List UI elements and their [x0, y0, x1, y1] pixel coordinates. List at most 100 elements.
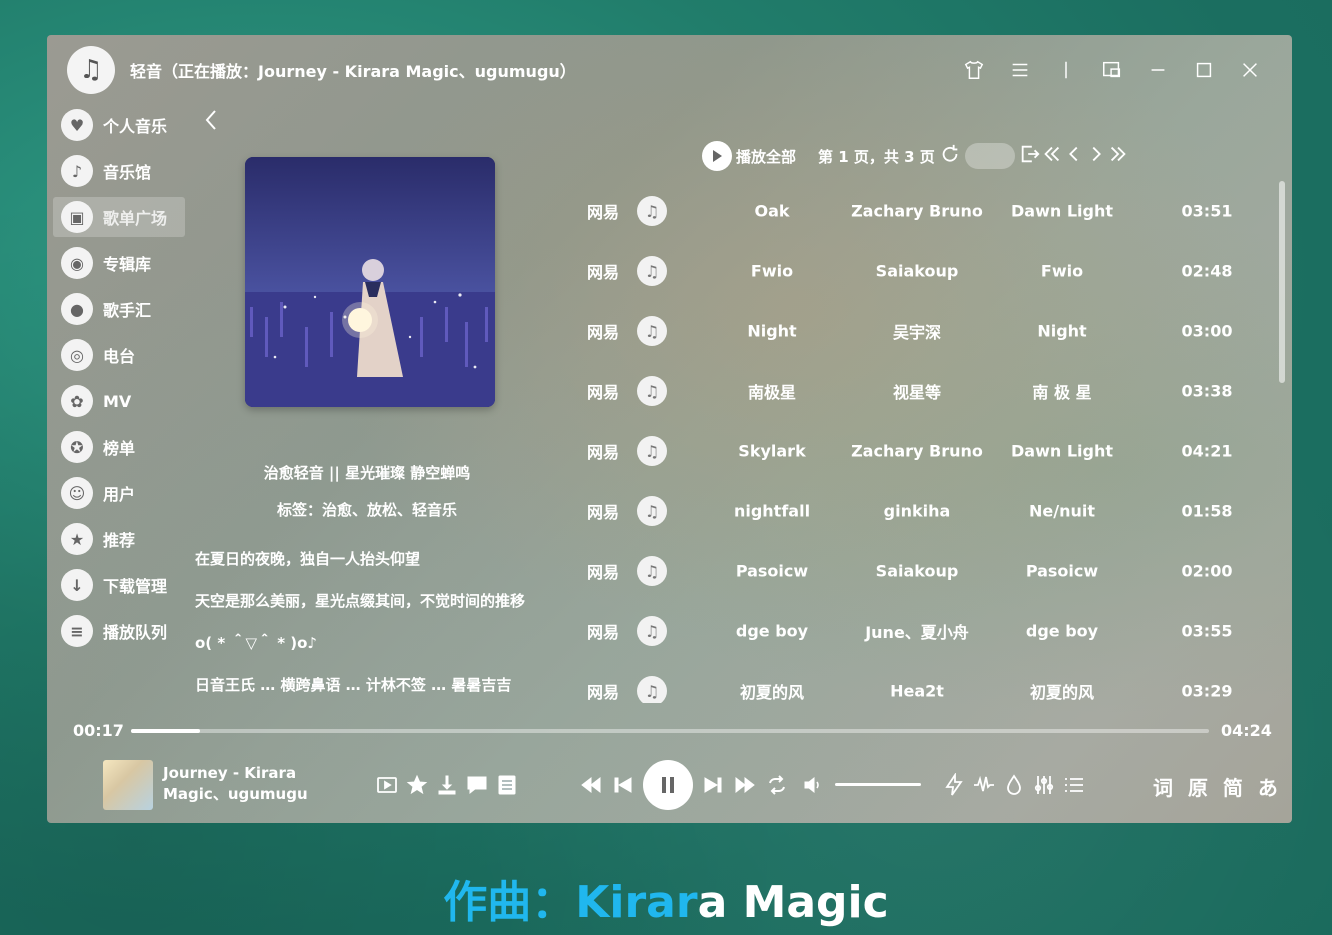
equalizer-icon[interactable]	[1030, 770, 1058, 800]
previous-page-icon[interactable]	[1063, 143, 1085, 169]
song-album[interactable]: Night	[992, 322, 1132, 341]
table-row[interactable]: 网易 ♫ Fwio Saiakoup Fwio 02:48	[577, 241, 1257, 301]
miniplayer-icon[interactable]	[1097, 55, 1127, 85]
now-playing-cover[interactable]	[103, 760, 153, 810]
music-note-icon: ♫	[637, 376, 667, 406]
music-note-icon: ♫	[637, 436, 667, 466]
comment-icon[interactable]	[463, 770, 491, 800]
water-drop-icon[interactable]	[1000, 770, 1028, 800]
maximize-icon[interactable]	[1189, 55, 1219, 85]
download-icon[interactable]	[433, 770, 461, 800]
chevron-left-icon	[205, 110, 216, 130]
song-album[interactable]: dge boy	[992, 622, 1132, 641]
song-album[interactable]: Ne/nuit	[992, 502, 1132, 521]
song-artist[interactable]: June、夏小舟	[847, 619, 987, 643]
sidebar-item-queue[interactable]: ≡ 播放队列	[53, 611, 185, 651]
music-note-icon[interactable]: ♫	[67, 46, 115, 94]
song-album[interactable]: Fwio	[992, 262, 1132, 281]
repeat-icon[interactable]	[763, 770, 791, 800]
sidebar-item-label: 音乐馆	[103, 163, 152, 182]
table-row[interactable]: 网易 ♫ Pasoicw Saiakoup Pasoicw 02:00	[577, 541, 1257, 601]
close-icon[interactable]	[1235, 55, 1265, 85]
current-time: 00:17	[73, 721, 124, 740]
tshirt-icon[interactable]	[959, 55, 989, 85]
sidebar-item-user[interactable]: ☺ 用户	[53, 473, 185, 513]
song-artist[interactable]: Zachary Bruno	[847, 442, 987, 461]
first-page-icon[interactable]	[1041, 143, 1063, 169]
song-source: 网易	[587, 623, 620, 642]
song-artist[interactable]: ginkiha	[847, 502, 987, 521]
song-source: 网易	[587, 683, 620, 702]
now-playing-title[interactable]: Journey - Kirara Magic、ugumugu	[163, 763, 323, 805]
sidebar-item-albums[interactable]: ◉ 专辑库	[53, 243, 185, 283]
sidebar-item-mv[interactable]: ✿ MV	[53, 381, 185, 421]
sidebar-item-label: 下载管理	[103, 577, 168, 596]
progress-bar[interactable]	[131, 729, 1209, 733]
song-source: 网易	[587, 203, 620, 222]
lyric-mode-switches[interactable]: 词 原 简 あ	[1153, 772, 1282, 801]
lyric-caption: 作曲：Kirara Magic	[0, 866, 1332, 930]
music-note-icon: ♫	[637, 316, 667, 346]
song-artist[interactable]: Zachary Bruno	[847, 202, 987, 221]
song-name: 初夏的风	[739, 683, 804, 702]
rewind-icon[interactable]	[577, 770, 605, 800]
sidebar-item-playlist-square[interactable]: ▣ 歌单广场	[53, 197, 185, 237]
song-name: Night	[747, 321, 797, 341]
song-album[interactable]: Dawn Light	[992, 202, 1132, 221]
mv-icon[interactable]	[373, 770, 401, 800]
menu-icon[interactable]	[1005, 55, 1035, 85]
song-artist[interactable]: Saiakoup	[847, 562, 987, 581]
playlist-icon[interactable]	[493, 770, 521, 800]
next-page-icon[interactable]	[1085, 143, 1107, 169]
playlist-cover-image	[245, 157, 495, 407]
song-album[interactable]: Dawn Light	[992, 442, 1132, 461]
list-icon[interactable]	[1060, 770, 1088, 800]
page-number-input[interactable]	[964, 143, 1015, 169]
fast-forward-icon[interactable]	[731, 770, 759, 800]
song-name: dge boy	[735, 621, 809, 641]
sidebar-item-singers[interactable]: ● 歌手汇	[53, 289, 185, 329]
song-artist[interactable]: 视星等	[847, 379, 987, 403]
table-row[interactable]: 网易 ♫ 初夏的风 Hea2t 初夏的风 03:29	[577, 661, 1257, 703]
song-name: Pasoicw	[735, 561, 809, 581]
song-artist[interactable]: Hea2t	[847, 682, 987, 701]
last-page-icon[interactable]	[1107, 143, 1129, 169]
song-duration: 01:58	[1181, 501, 1233, 521]
sidebar-item-charts[interactable]: ✪ 榜单	[53, 427, 185, 467]
lightning-icon[interactable]	[940, 770, 968, 800]
previous-track-icon[interactable]	[609, 770, 637, 800]
song-source: 网易	[587, 443, 620, 462]
table-row[interactable]: 网易 ♫ dge boy June、夏小舟 dge boy 03:55	[577, 601, 1257, 661]
album-icon: ◉	[61, 247, 93, 279]
song-duration: 03:29	[1181, 681, 1233, 701]
go-to-page-icon[interactable]	[1019, 143, 1041, 169]
table-row[interactable]: 网易 ♫ Skylark Zachary Bruno Dawn Light 04…	[577, 421, 1257, 481]
song-list-scrollbar[interactable]	[1279, 181, 1285, 383]
sidebar-item-downloads[interactable]: ↓ 下载管理	[53, 565, 185, 605]
play-all-button[interactable]: 播放全部	[702, 141, 796, 171]
minimize-icon[interactable]	[1143, 55, 1173, 85]
table-row[interactable]: 网易 ♫ Night 吴宇深 Night 03:00	[577, 301, 1257, 361]
song-duration: 02:00	[1181, 561, 1233, 581]
volume-icon[interactable]	[799, 770, 827, 800]
song-artist[interactable]: Saiakoup	[847, 262, 987, 281]
song-album[interactable]: 初夏的风	[992, 679, 1132, 703]
refresh-icon[interactable]	[939, 143, 961, 169]
song-artist[interactable]: 吴宇深	[847, 319, 987, 343]
song-duration: 02:48	[1181, 261, 1233, 281]
sidebar-item-radio[interactable]: ◎ 电台	[53, 335, 185, 375]
favorite-star-icon[interactable]	[403, 770, 431, 800]
song-album[interactable]: 南 极 星	[992, 379, 1132, 403]
sidebar-item-personal-music[interactable]: ♥ 个人音乐	[53, 105, 185, 145]
table-row[interactable]: 网易 ♫ Oak Zachary Bruno Dawn Light 03:51	[577, 181, 1257, 241]
next-track-icon[interactable]	[699, 770, 727, 800]
back-button[interactable]	[199, 105, 223, 135]
table-row[interactable]: 网易 ♫ 南极星 视星等 南 极 星 03:38	[577, 361, 1257, 421]
song-album[interactable]: Pasoicw	[992, 562, 1132, 581]
sidebar-item-recommend[interactable]: ★ 推荐	[53, 519, 185, 559]
sidebar-item-music-hall[interactable]: ♪ 音乐馆	[53, 151, 185, 191]
pause-button[interactable]	[643, 760, 693, 810]
waveform-icon[interactable]	[970, 770, 998, 800]
volume-slider[interactable]	[835, 783, 921, 786]
table-row[interactable]: 网易 ♫ nightfall ginkiha Ne/nuit 01:58	[577, 481, 1257, 541]
